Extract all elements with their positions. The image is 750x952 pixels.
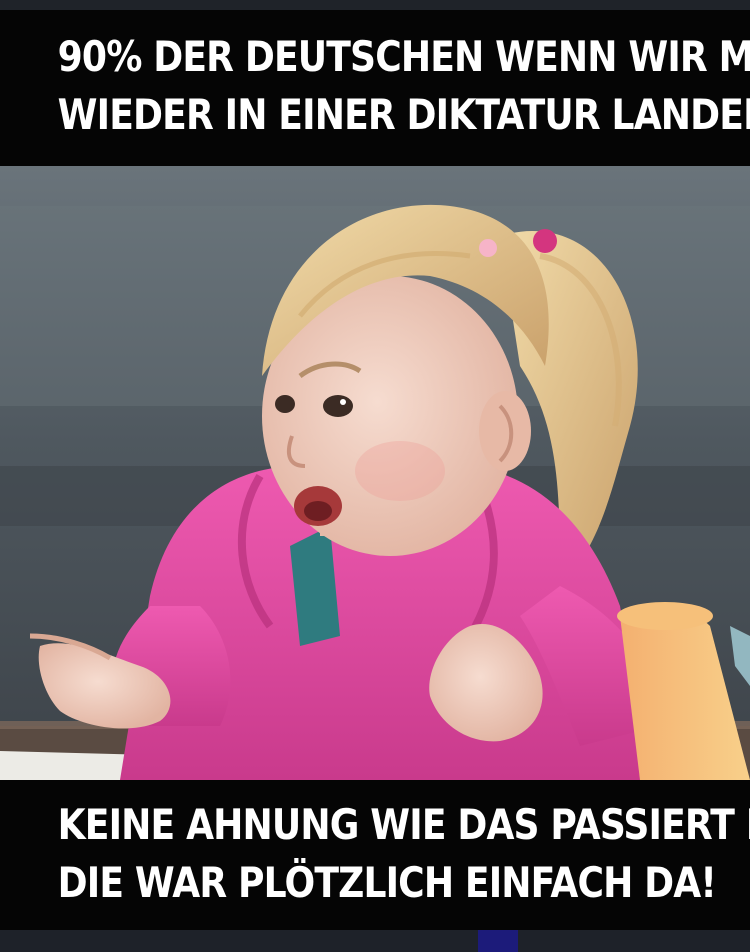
left-eye xyxy=(323,395,353,417)
girl-shrugging-illustration xyxy=(0,166,750,780)
top-border xyxy=(0,0,750,10)
bottom-border xyxy=(0,930,750,952)
bottom-caption: KEINE AHNUNG WIE DAS PASSIERT IST, DIE W… xyxy=(0,780,750,930)
hair-tie-pink xyxy=(533,229,557,253)
ear xyxy=(479,391,531,471)
bottom-caption-line-2: DIE WAR PLÖTZLICH EINFACH DA! xyxy=(57,858,717,907)
hair-clip xyxy=(479,239,497,257)
right-eye xyxy=(275,395,295,413)
bottom-caption-line-1: KEINE AHNUNG WIE DAS PASSIERT IST, xyxy=(57,800,750,849)
top-caption-line-1: 90% DER DEUTSCHEN WENN WIR MAL xyxy=(57,32,750,81)
bottom-accent xyxy=(478,930,518,952)
meme-photo xyxy=(0,166,750,780)
meme-image: 90% DER DEUTSCHEN WENN WIR MAL WIEDER IN… xyxy=(0,0,750,952)
top-caption: 90% DER DEUTSCHEN WENN WIR MAL WIEDER IN… xyxy=(0,10,750,166)
top-caption-line-2: WIEDER IN EINER DIKTATUR LANDEN.. xyxy=(57,90,750,139)
